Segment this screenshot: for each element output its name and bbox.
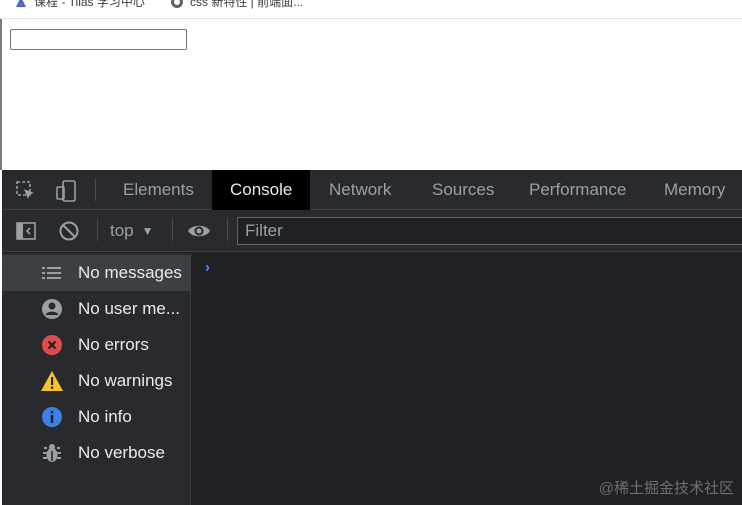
sidebar-item-messages[interactable]: No messages: [2, 255, 191, 291]
globe-icon: [170, 0, 184, 9]
sidebar-item-label: No verbose: [78, 443, 165, 462]
user-icon: [40, 297, 64, 321]
devtools-panel: Elements Console Network Sources Perform…: [2, 170, 742, 505]
list-icon: [40, 261, 64, 285]
filter-input[interactable]: [237, 217, 742, 245]
device-toolbar-icon[interactable]: [54, 179, 78, 203]
tab-memory[interactable]: Memory: [664, 170, 725, 210]
toolbar-divider: [97, 219, 98, 241]
bookmark-item[interactable]: css 新特性 | 前端面...: [170, 0, 303, 10]
devtools-tab-bar: Elements Console Network Sources Perform…: [2, 170, 742, 210]
console-sidebar: No messages No user me... No errors No w…: [2, 253, 191, 505]
web-page-content: [0, 19, 742, 170]
warning-icon: [40, 369, 64, 393]
sidebar-item-label: No messages: [78, 263, 182, 282]
console-prompt-icon: ›: [205, 259, 210, 276]
watermark: @稀土掘金技术社区: [598, 480, 734, 497]
clear-console-icon[interactable]: [57, 219, 81, 243]
sidebar-item-verbose[interactable]: No verbose: [2, 435, 191, 471]
verbose-bug-icon: [40, 441, 64, 465]
bookmarks-bar: 课程 - Tilas 学习中心 css 新特性 | 前端面...: [0, 0, 742, 19]
sidebar-item-label: No warnings: [78, 371, 173, 390]
bookmark-label: css 新特性 | 前端面...: [190, 0, 304, 9]
toolbar-divider: [227, 219, 228, 241]
sidebar-item-warnings[interactable]: No warnings: [2, 363, 191, 399]
tab-sources[interactable]: Sources: [432, 170, 494, 210]
tab-elements[interactable]: Elements: [123, 170, 194, 210]
browser-window: 课程 - Tilas 学习中心 css 新特性 | 前端面... Element…: [0, 0, 742, 505]
live-expression-eye-icon[interactable]: [187, 219, 211, 243]
bookmark-logo-icon: [14, 0, 28, 9]
context-selector[interactable]: top ▼: [110, 219, 154, 243]
sidebar-item-info[interactable]: No info: [2, 399, 191, 435]
inspect-element-icon[interactable]: [14, 179, 38, 203]
toolbar-divider: [172, 219, 173, 241]
sidebar-toggle-icon[interactable]: [14, 219, 38, 243]
tab-console[interactable]: Console: [212, 170, 311, 210]
console-toolbar: top ▼: [2, 210, 742, 252]
sidebar-item-label: No user me...: [78, 299, 181, 318]
sidebar-item-errors[interactable]: No errors: [2, 327, 191, 363]
context-label: top: [110, 221, 134, 240]
page-text-input[interactable]: [10, 29, 187, 50]
tab-performance[interactable]: Performance: [529, 170, 626, 210]
bookmark-label: 课程 - Tilas 学习中心: [34, 0, 145, 9]
tab-network[interactable]: Network: [329, 170, 391, 210]
error-icon: [40, 333, 64, 357]
chevron-down-icon: ▼: [141, 224, 154, 238]
sidebar-item-label: No info: [78, 407, 132, 426]
console-output-area[interactable]: › @稀土掘金技术社区: [191, 253, 742, 505]
bookmark-item[interactable]: 课程 - Tilas 学习中心: [14, 0, 145, 10]
sidebar-item-label: No errors: [78, 335, 149, 354]
sidebar-item-user-messages[interactable]: No user me...: [2, 291, 191, 327]
info-icon: [40, 405, 64, 429]
toolbar-divider: [95, 179, 96, 201]
